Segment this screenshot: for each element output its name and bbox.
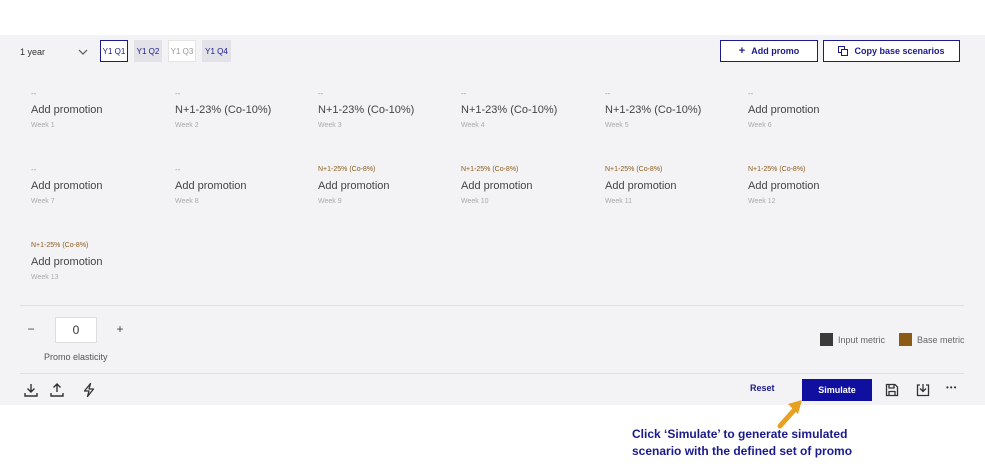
week-promotion[interactable]: Add promotion xyxy=(31,178,171,194)
week-tag: N+1-25% (Co-8%) xyxy=(318,166,376,173)
week-tag: N+1-25% (Co-8%) xyxy=(461,166,519,173)
week-promotion[interactable]: Add promotion xyxy=(748,102,888,118)
week-label: Week 12 xyxy=(748,198,776,205)
divider xyxy=(20,373,964,374)
week-cell[interactable]: -- N+1-23% (Co-10%) Week 5 xyxy=(605,88,745,129)
week-promotion[interactable]: N+1-23% (Co-10%) xyxy=(318,102,458,118)
week-label: Week 9 xyxy=(318,198,342,205)
elasticity-label: Promo elasticity xyxy=(44,352,108,362)
week-cell[interactable]: -- Add promotion Week 8 xyxy=(175,164,315,205)
week-label: Week 8 xyxy=(175,198,199,205)
week-promotion[interactable]: N+1-23% (Co-10%) xyxy=(605,102,745,118)
reset-button[interactable]: Reset xyxy=(750,383,775,393)
input-metric-label: Input metric xyxy=(838,335,886,345)
week-cell[interactable]: -- N+1-23% (Co-10%) Week 3 xyxy=(318,88,458,129)
week-tag: -- xyxy=(748,89,754,98)
week-tag: -- xyxy=(31,89,37,98)
add-promo-button[interactable]: + Add promo xyxy=(720,40,818,62)
week-tag: -- xyxy=(318,89,324,98)
simulate-button[interactable]: Simulate xyxy=(802,379,872,401)
download-icon[interactable] xyxy=(23,382,39,398)
week-promotion[interactable]: Add promotion xyxy=(175,178,315,194)
import-icon[interactable] xyxy=(915,382,931,398)
week-label: Week 10 xyxy=(461,198,489,205)
week-label: Week 13 xyxy=(31,274,59,281)
input-metric-swatch xyxy=(820,333,833,346)
copy-icon xyxy=(838,46,849,56)
week-promotion[interactable]: Add promotion xyxy=(461,178,601,194)
week-cell[interactable]: N+1-25% (Co-8%) Add promotion Week 10 xyxy=(461,164,601,205)
week-cell[interactable]: -- Add promotion Week 6 xyxy=(748,88,888,129)
elasticity-input[interactable]: 0 xyxy=(55,317,97,343)
copy-base-scenarios-button[interactable]: Copy base scenarios xyxy=(823,40,960,62)
week-tag: -- xyxy=(605,89,611,98)
week-promotion[interactable]: Add promotion xyxy=(605,178,745,194)
tab-y1-q3[interactable]: Y1 Q3 xyxy=(168,40,196,62)
week-cell[interactable]: N+1-25% (Co-8%) Add promotion Week 9 xyxy=(318,164,458,205)
week-cell[interactable]: -- N+1-23% (Co-10%) Week 2 xyxy=(175,88,315,129)
annotation-text: Click ‘Simulate’ to generate simulated s… xyxy=(632,427,853,458)
week-promotion[interactable]: Add promotion xyxy=(31,102,171,118)
week-cell[interactable]: N+1-25% (Co-8%) Add promotion Week 11 xyxy=(605,164,745,205)
week-tag: N+1-25% (Co-8%) xyxy=(748,166,806,173)
week-promotion[interactable]: N+1-23% (Co-10%) xyxy=(175,102,315,118)
tab-y1-q1[interactable]: Y1 Q1 xyxy=(100,40,128,62)
week-label: Week 6 xyxy=(748,122,772,129)
upload-icon[interactable] xyxy=(49,382,65,398)
week-tag: N+1-25% (Co-8%) xyxy=(31,242,89,249)
week-promotion[interactable]: Add promotion xyxy=(748,178,888,194)
week-promotion[interactable]: N+1-23% (Co-10%) xyxy=(461,102,601,118)
week-tag: N+1-25% (Co-8%) xyxy=(605,166,663,173)
period-value: 1 year xyxy=(20,47,46,57)
tab-y1-q4[interactable]: Y1 Q4 xyxy=(202,40,231,62)
week-label: Week 2 xyxy=(175,122,199,129)
base-metric-swatch xyxy=(899,333,912,346)
lightning-icon[interactable] xyxy=(81,382,97,398)
week-cell[interactable]: N+1-25% (Co-8%) Add promotion Week 12 xyxy=(748,164,888,205)
week-label: Week 7 xyxy=(31,198,55,205)
decrement-button[interactable]: − xyxy=(24,322,38,336)
week-tag: -- xyxy=(461,89,467,98)
week-label: Week 11 xyxy=(605,198,632,205)
week-label: Week 4 xyxy=(461,122,485,129)
chevron-down-icon xyxy=(78,49,88,55)
week-label: Week 5 xyxy=(605,122,629,129)
plus-icon: + xyxy=(738,45,746,57)
week-label: Week 1 xyxy=(31,122,55,129)
week-tag: -- xyxy=(175,165,181,174)
increment-button[interactable]: + xyxy=(113,322,127,336)
week-tag: -- xyxy=(175,89,181,98)
week-cell[interactable]: -- Add promotion Week 1 xyxy=(31,88,171,129)
week-tag: -- xyxy=(31,165,37,174)
week-label: Week 3 xyxy=(318,122,342,129)
week-cell[interactable]: N+1-25% (Co-8%) Add promotion Week 13 xyxy=(31,240,171,281)
base-metric-label: Base metric xyxy=(917,335,965,345)
tab-y1-q2[interactable]: Y1 Q2 xyxy=(134,40,162,62)
period-dropdown[interactable]: 1 year xyxy=(20,44,88,60)
week-cell[interactable]: -- Add promotion Week 7 xyxy=(31,164,171,205)
more-options-icon[interactable]: ••• xyxy=(946,383,957,392)
week-cell[interactable]: -- N+1-23% (Co-10%) Week 4 xyxy=(461,88,601,129)
week-promotion[interactable]: Add promotion xyxy=(31,254,171,270)
week-promotion[interactable]: Add promotion xyxy=(318,178,458,194)
save-icon[interactable] xyxy=(884,382,900,398)
divider xyxy=(20,305,964,306)
